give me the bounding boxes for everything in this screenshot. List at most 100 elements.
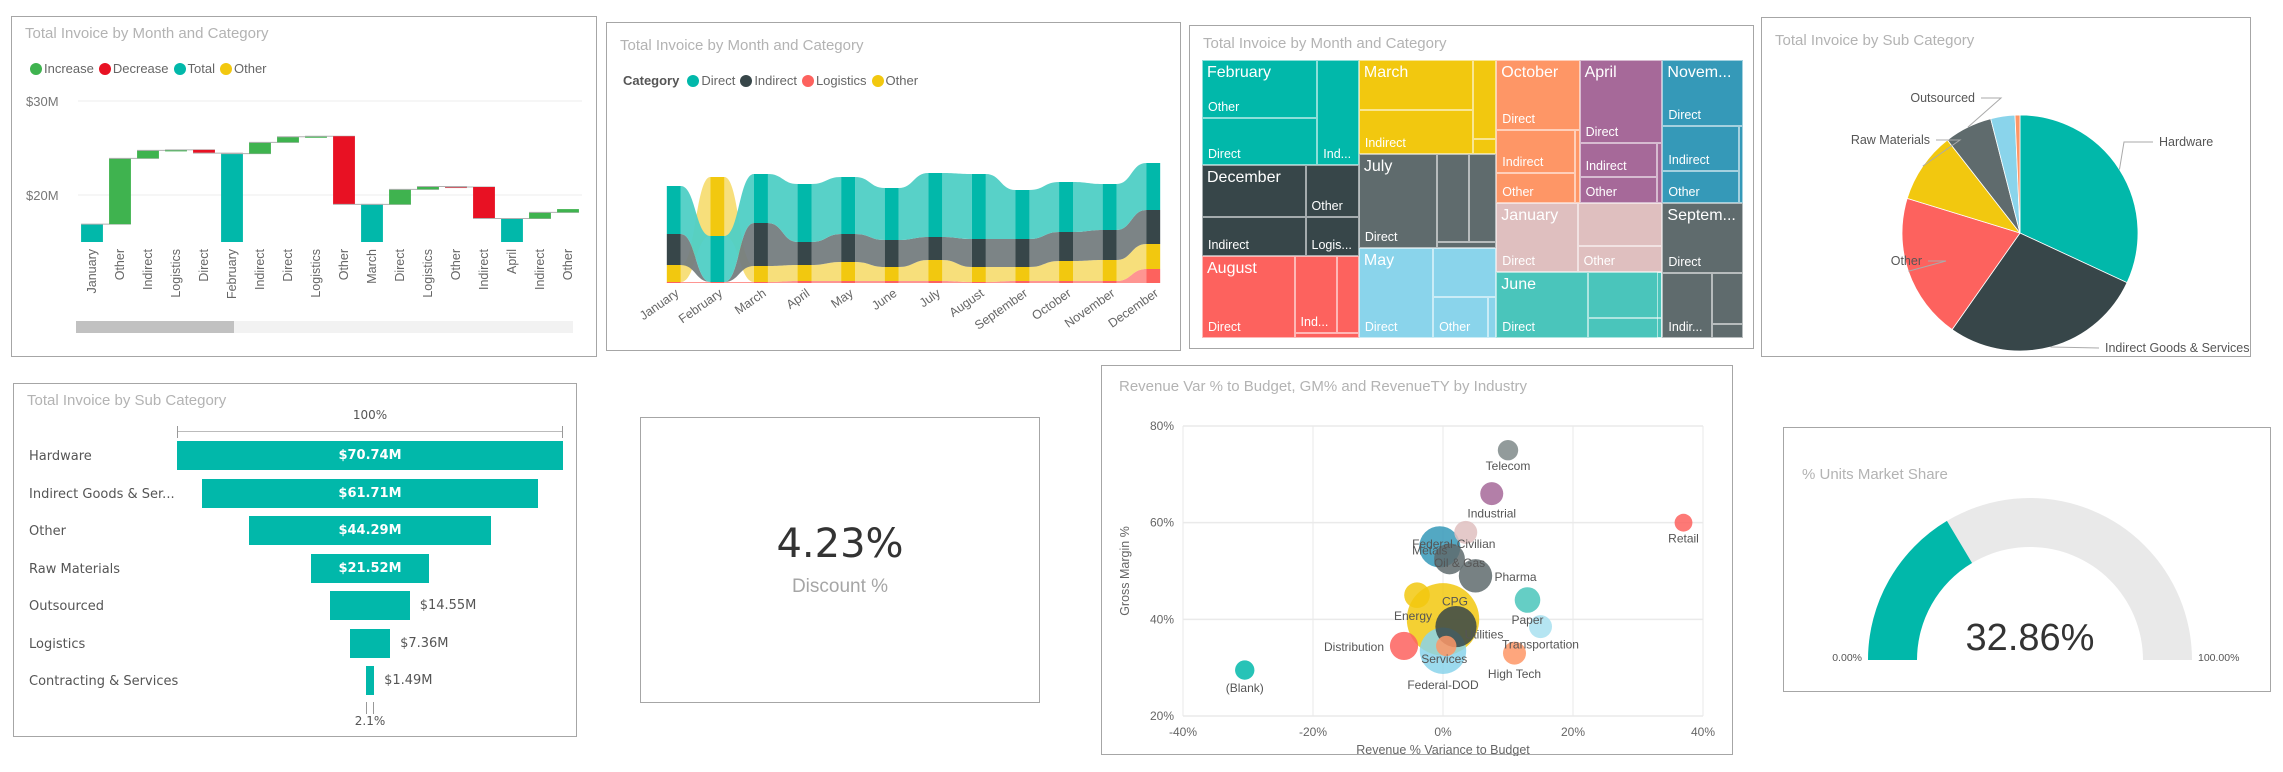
treemap-group-may[interactable]: Direct Other May	[1358, 247, 1497, 338]
treemap-subcell[interactable]: Other	[1579, 177, 1658, 203]
waterfall-panel[interactable]: Total Invoice by Month and Category Incr…	[11, 16, 597, 357]
treemap-subcell[interactable]: Indirect	[1579, 142, 1658, 178]
waterfall-scrollbar-thumb[interactable]	[76, 321, 234, 333]
funnel-category-label: Contracting & Services	[29, 674, 179, 689]
treemap-group-june[interactable]: Direct June	[1496, 271, 1663, 338]
ribbon-bar-other	[884, 267, 899, 281]
treemap-subcell[interactable]: Ind...	[1317, 60, 1359, 166]
treemap-subcell[interactable]	[1577, 202, 1663, 247]
funnel-panel[interactable]: Total Invoice by Sub Category 100% Hardwa…	[13, 383, 577, 737]
funnel-top-percent: 100%	[352, 408, 388, 422]
ribbon-panel[interactable]: Total Invoice by Month and Category Cate…	[606, 22, 1181, 351]
treemap-subcell[interactable]	[1336, 255, 1359, 334]
scatter-point-label: Paper	[1511, 613, 1543, 627]
funnel-bar[interactable]: $61.71M	[201, 478, 539, 508]
treemap-group-march[interactable]: Indirect March	[1358, 60, 1497, 155]
ribbon-bar-indirect	[753, 223, 768, 266]
ribbon-bar-direct	[971, 174, 986, 239]
treemap-month-label: March	[1363, 64, 1409, 81]
treemap-subcell[interactable]	[1472, 60, 1497, 140]
x-tick-label: March	[732, 286, 769, 317]
treemap-subcell[interactable]: Logis...	[1305, 216, 1359, 256]
gauge-max-label: 100.00%	[2198, 652, 2239, 664]
treemap-subcell[interactable]: Indirect	[1202, 216, 1306, 256]
treemap-category-label: Direct	[1364, 319, 1398, 334]
treemap-subcell[interactable]: Other	[1305, 165, 1359, 217]
treemap-subcell[interactable]	[1468, 154, 1497, 243]
discount-card[interactable]: 4.23% Discount %	[640, 417, 1040, 703]
ribbon-indirect	[1073, 230, 1103, 261]
treemap-subcell[interactable]	[1587, 271, 1663, 319]
funnel-bar[interactable]	[365, 666, 375, 695]
treemap-subcell[interactable]	[1712, 324, 1743, 338]
x-tick-label: January	[637, 286, 682, 323]
ribbon-bar-direct	[753, 174, 768, 223]
treemap-subcell[interactable]: Other	[1577, 246, 1663, 272]
ribbon-bar-indirect	[1146, 210, 1161, 244]
treemap-category-label: Direct	[1208, 319, 1241, 334]
funnel-bar[interactable]: $21.52M	[311, 553, 429, 583]
ribbon-bar-logistics	[1059, 281, 1074, 283]
ribbon-logistics	[855, 281, 885, 283]
scatter-bubble	[1480, 482, 1504, 506]
treemap-category-label: Other	[1439, 319, 1471, 334]
treemap-subcell[interactable]	[1437, 154, 1469, 243]
scatter-point-label: Industrial	[1467, 507, 1516, 521]
treemap-panel[interactable]: Total Invoice by Month and Category Othe…	[1189, 25, 1754, 349]
funnel-bar[interactable]	[330, 591, 410, 620]
treemap-group-novem[interactable]: Direct Indirect Other Novem...	[1662, 60, 1743, 203]
treemap-group-septem[interactable]: Direct Indir... Septem...	[1662, 202, 1743, 338]
treemap-group-december[interactable]: Other Indirect Logis... December	[1202, 165, 1359, 256]
treemap-group-october[interactable]: Direct Indirect Other October	[1496, 60, 1580, 203]
pie-panel[interactable]: Total Invoice by Sub Category Hardware In…	[1761, 17, 2251, 357]
ribbon-other	[1073, 260, 1103, 281]
treemap-subcell[interactable]	[1738, 125, 1743, 203]
scatter-point-label: Transportation	[1502, 638, 1579, 652]
treemap-subcell[interactable]: Ind...	[1294, 255, 1337, 334]
ribbon-bar-logistics	[884, 281, 899, 283]
waterfall-scrollbar-track[interactable]	[76, 321, 573, 333]
pie-chart: Hardware Indirect Goods & Services Other Ra…	[1851, 91, 2250, 355]
pie-label: Hardware	[2159, 135, 2213, 149]
x-axis-title: Revenue % Variance to Budget	[1356, 743, 1530, 756]
treemap-group-january[interactable]: Direct Other January	[1496, 202, 1663, 272]
treemap-subcell[interactable]	[1472, 139, 1497, 155]
gauge-panel[interactable]: % Units Market Share 32.86% 0.00% 100.00%	[1783, 427, 2271, 692]
funnel-value-label: $21.52M	[338, 560, 402, 576]
scatter-panel[interactable]: Revenue Var % to Budget, GM% and Revenue…	[1101, 365, 1733, 756]
treemap-group-april[interactable]: Direct Indirect Other April	[1579, 60, 1663, 203]
treemap-subcell[interactable]: Other	[1433, 297, 1489, 338]
funnel-top-bracket	[177, 426, 563, 438]
ribbon-bar-indirect	[928, 237, 943, 260]
ribbon-logistics	[680, 282, 711, 283]
treemap-subcell[interactable]: Indirect	[1662, 125, 1739, 172]
treemap-month-label: August	[1207, 259, 1257, 277]
ribbon-bar-logistics	[1015, 281, 1030, 283]
treemap-group-august[interactable]: Direct Ind... August	[1202, 255, 1359, 338]
funnel-bar[interactable]: $44.29M	[249, 516, 491, 545]
ribbon-bar-direct	[1059, 182, 1074, 232]
treemap-subcell[interactable]	[1587, 318, 1663, 338]
x-tick-label: Indirect	[253, 248, 267, 290]
waterfall-bar	[277, 136, 299, 143]
treemap-subcell[interactable]: Indirect	[1358, 109, 1473, 155]
treemap-group-july[interactable]: Direct July	[1358, 154, 1497, 248]
funnel-bar[interactable]: $70.74M	[177, 441, 563, 470]
ribbon-bar-direct	[841, 177, 856, 234]
treemap-group-february[interactable]: Other Direct Ind... February	[1202, 60, 1359, 166]
treemap-subcell[interactable]	[1488, 297, 1497, 338]
ribbon-bar-direct	[797, 184, 812, 242]
x-tick-label: Indirect	[533, 248, 547, 290]
x-tick-label: February	[225, 248, 239, 299]
treemap-subcell[interactable]	[1433, 247, 1497, 298]
treemap-subcell[interactable]: Other	[1496, 172, 1576, 203]
treemap-subcell[interactable]: Other	[1662, 171, 1739, 203]
funnel-bar[interactable]	[349, 628, 391, 658]
treemap-subcell[interactable]	[1712, 273, 1743, 325]
treemap-subcell[interactable]	[1294, 333, 1359, 338]
funnel-value-label: $61.71M	[338, 485, 402, 501]
ribbon-bar-indirect	[841, 234, 856, 262]
treemap-subcell[interactable]: Indirect	[1496, 130, 1576, 173]
treemap-subcell[interactable]: Direct	[1202, 118, 1318, 166]
treemap-subcell[interactable]: Indir...	[1662, 273, 1713, 338]
